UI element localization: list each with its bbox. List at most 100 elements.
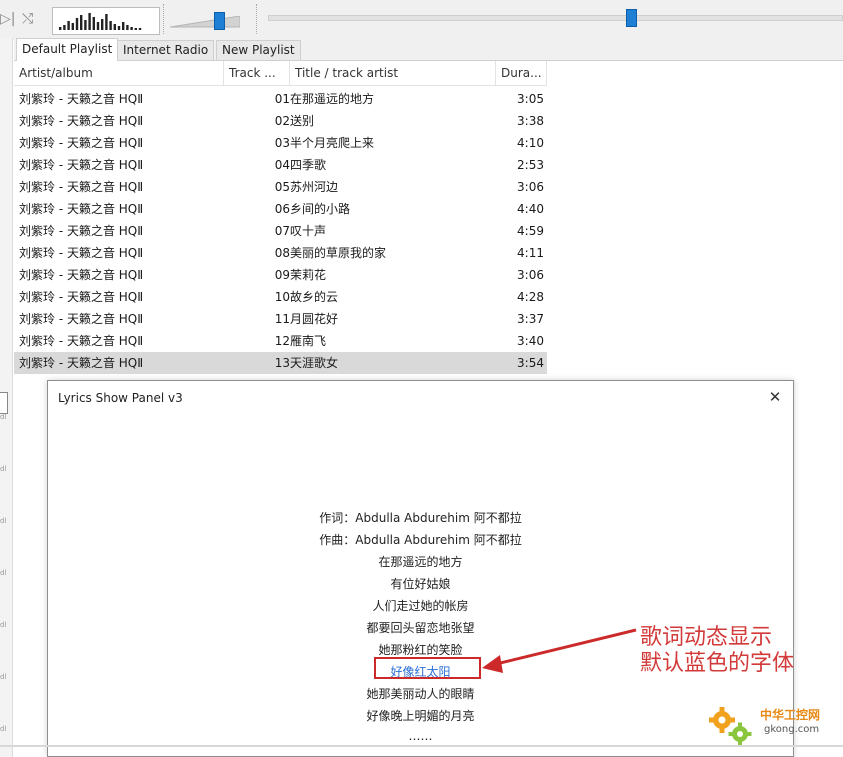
table-row[interactable]: 刘紫玲 - 天籁之音 HQⅡ 09 茉莉花 3:06 bbox=[14, 264, 547, 286]
column-header-duration[interactable]: Dura... bbox=[496, 61, 547, 85]
seek-bar[interactable] bbox=[268, 9, 843, 27]
lyric-line: 人们走过她的帐房 bbox=[372, 599, 469, 613]
cell-artist: 刘紫玲 - 天籁之音 HQⅡ bbox=[19, 158, 144, 172]
tab-default-playlist[interactable]: Default Playlist bbox=[16, 38, 119, 61]
lyric-line: 作词：Abdulla Abdurehim 阿不都拉 bbox=[319, 511, 522, 525]
spectrum-bar bbox=[84, 20, 87, 30]
table-row[interactable]: 刘紫玲 - 天籁之音 HQⅡ 07 叹十声 4:59 bbox=[14, 220, 547, 242]
table-row[interactable]: 刘紫玲 - 天籁之音 HQⅡ 12 雁南飞 3:40 bbox=[14, 330, 547, 352]
side-panel-mark: dl bbox=[0, 621, 7, 629]
column-header-artist[interactable]: Artist/album bbox=[14, 61, 224, 85]
annotation-line-1: 歌词动态显示 bbox=[640, 625, 773, 650]
random-icon[interactable]: ⤭ bbox=[22, 12, 33, 26]
table-row[interactable]: 刘紫玲 - 天籁之音 HQⅡ 04 四季歌 2:53 bbox=[14, 154, 547, 176]
playlist-tabs: Default Playlist Internet Radio New Play… bbox=[14, 38, 843, 61]
cell-title: 四季歌 bbox=[290, 158, 327, 172]
cell-title: 天涯歌女 bbox=[290, 356, 339, 370]
cell-artist: 刘紫玲 - 天籁之音 HQⅡ bbox=[19, 114, 144, 128]
cell-track: 10 bbox=[274, 290, 290, 304]
cell-duration: 4:11 bbox=[517, 246, 544, 260]
volume-slider[interactable] bbox=[169, 12, 241, 30]
tab-internet-radio[interactable]: Internet Radio bbox=[117, 40, 215, 60]
side-panel-box[interactable] bbox=[0, 392, 8, 414]
left-side-panel: dl dl dl dl dl dl dl bbox=[0, 38, 13, 757]
cell-title: 雁南飞 bbox=[290, 334, 327, 348]
spectrum-bar bbox=[105, 14, 108, 30]
table-row[interactable]: 刘紫玲 - 天籁之音 HQⅡ 13 天涯歌女 3:54 bbox=[14, 352, 547, 374]
cell-track: 09 bbox=[274, 268, 290, 282]
side-panel-mark: dl bbox=[0, 517, 7, 525]
spectrum-bar bbox=[63, 25, 66, 30]
current-line-highlight-box bbox=[374, 657, 481, 679]
playlist-view: Artist/album Track ... Title / track art… bbox=[14, 61, 843, 377]
spectrum-bar bbox=[75, 18, 79, 30]
lyric-line: 有位好姑娘 bbox=[390, 577, 451, 591]
cell-artist: 刘紫玲 - 天籁之音 HQⅡ bbox=[19, 268, 144, 282]
spectrum-bar bbox=[138, 28, 142, 30]
cell-track: 02 bbox=[274, 114, 290, 128]
side-panel-mark: dl bbox=[0, 725, 7, 733]
cell-artist: 刘紫玲 - 天籁之音 HQⅡ bbox=[19, 224, 144, 238]
play-pause-icon[interactable]: ▷| bbox=[0, 12, 15, 26]
table-row[interactable]: 刘紫玲 - 天籁之音 HQⅡ 05 苏州河边 3:06 bbox=[14, 176, 547, 198]
toolbar-separator bbox=[256, 4, 259, 34]
spectrum-bar bbox=[134, 28, 137, 30]
cell-title: 美丽的草原我的家 bbox=[290, 246, 387, 260]
spectrum-bar bbox=[59, 27, 62, 30]
spectrum-bars bbox=[59, 13, 142, 30]
cell-artist: 刘紫玲 - 天籁之音 HQⅡ bbox=[19, 356, 144, 370]
spectrum-bar bbox=[109, 21, 112, 30]
spectrum-bar bbox=[126, 25, 129, 30]
lyric-line: 好像晚上明媚的月亮 bbox=[366, 709, 475, 723]
cell-artist: 刘紫玲 - 天籁之音 HQⅡ bbox=[19, 334, 144, 348]
cell-track: 11 bbox=[274, 312, 290, 326]
table-row[interactable]: 刘紫玲 - 天籁之音 HQⅡ 03 半个月亮爬上来 4:10 bbox=[14, 132, 547, 154]
spectrum-bar bbox=[92, 17, 95, 30]
playlist-header: Artist/album Track ... Title / track art… bbox=[14, 61, 547, 86]
cell-duration: 2:53 bbox=[517, 158, 544, 172]
cell-title: 故乡的云 bbox=[290, 290, 339, 304]
spectrum-bar bbox=[130, 27, 133, 30]
table-row[interactable]: 刘紫玲 - 天籁之音 HQⅡ 11 月圆花好 3:37 bbox=[14, 308, 547, 330]
lyric-line: …… bbox=[408, 729, 433, 743]
cell-artist: 刘紫玲 - 天籁之音 HQⅡ bbox=[19, 202, 144, 216]
table-row[interactable]: 刘紫玲 - 天籁之音 HQⅡ 08 美丽的草原我的家 4:11 bbox=[14, 242, 547, 264]
lyric-line: 她那美丽动人的眼睛 bbox=[366, 687, 475, 701]
seek-thumb[interactable] bbox=[626, 9, 638, 27]
cell-artist: 刘紫玲 - 天籁之音 HQⅡ bbox=[19, 290, 144, 304]
spectrum-bar bbox=[101, 19, 104, 30]
close-icon[interactable]: ✕ bbox=[763, 385, 787, 409]
volume-thumb[interactable] bbox=[214, 12, 225, 30]
cell-title: 乡间的小路 bbox=[290, 202, 351, 216]
cell-track: 12 bbox=[274, 334, 290, 348]
table-row[interactable]: 刘紫玲 - 天籁之音 HQⅡ 06 乡间的小路 4:40 bbox=[14, 198, 547, 220]
cell-artist: 刘紫玲 - 天籁之音 HQⅡ bbox=[19, 180, 144, 194]
cell-track: 07 bbox=[274, 224, 290, 238]
side-panel-mark: dl bbox=[0, 413, 7, 421]
cell-track: 08 bbox=[274, 246, 290, 260]
toolbar: ▷| ⤭ bbox=[0, 0, 843, 39]
cell-title: 在那遥远的地方 bbox=[290, 92, 375, 106]
cell-artist: 刘紫玲 - 天籁之音 HQⅡ bbox=[19, 136, 144, 150]
tab-new-playlist[interactable]: New Playlist bbox=[216, 40, 301, 60]
cell-duration: 3:37 bbox=[517, 312, 544, 326]
volume-wedge bbox=[169, 15, 241, 28]
column-header-track[interactable]: Track ... bbox=[224, 61, 290, 85]
cell-track: 03 bbox=[274, 136, 290, 150]
table-row[interactable]: 刘紫玲 - 天籁之音 HQⅡ 01 在那遥远的地方 3:05 bbox=[14, 88, 547, 110]
column-header-title[interactable]: Title / track artist bbox=[290, 61, 496, 85]
spectrum-bar bbox=[113, 24, 116, 30]
cell-artist: 刘紫玲 - 天籁之音 HQⅡ bbox=[19, 312, 144, 326]
spectrum-bar bbox=[117, 26, 121, 30]
spectrum-visualizer[interactable] bbox=[52, 7, 160, 35]
side-panel-mark: dl bbox=[0, 465, 7, 473]
cell-duration: 3:54 bbox=[517, 356, 544, 370]
table-row[interactable]: 刘紫玲 - 天籁之音 HQⅡ 02 送别 3:38 bbox=[14, 110, 547, 132]
table-row[interactable]: 刘紫玲 - 天籁之音 HQⅡ 10 故乡的云 4:28 bbox=[14, 286, 547, 308]
cell-title: 叹十声 bbox=[290, 224, 327, 238]
cell-track: 01 bbox=[274, 92, 290, 106]
cell-track: 13 bbox=[274, 356, 290, 370]
status-bar-edge bbox=[0, 745, 843, 747]
lyrics-panel: Lyrics Show Panel v3 ✕ 作词：Abdulla Abdure… bbox=[47, 380, 794, 757]
spectrum-bar bbox=[71, 23, 74, 30]
